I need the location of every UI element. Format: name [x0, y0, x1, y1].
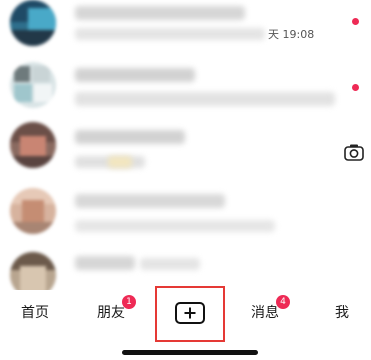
tab-friends[interactable]: 朋友 [97, 302, 125, 322]
avatar[interactable] [10, 122, 56, 168]
feed-item[interactable] [0, 180, 371, 240]
blurred-content [75, 194, 225, 208]
feed-item[interactable]: 天 19:08 [0, 0, 371, 60]
avatar[interactable] [10, 252, 56, 290]
blurred-content [75, 28, 265, 40]
blurred-content [108, 156, 132, 168]
blurred-content [75, 256, 135, 270]
feed-item[interactable] [0, 240, 371, 290]
feed-item[interactable] [0, 120, 371, 180]
tab-home[interactable]: 首页 [21, 302, 49, 322]
avatar[interactable] [10, 188, 56, 234]
blurred-content [75, 130, 185, 144]
timestamp: 天 19:08 [268, 28, 315, 41]
blurred-content [75, 6, 245, 20]
blurred-content [75, 68, 195, 82]
unread-dot [352, 84, 359, 91]
blurred-content [75, 92, 335, 106]
tab-messages[interactable]: 消息 [251, 302, 279, 322]
friends-badge: 1 [122, 295, 136, 309]
feed-list: 天 19:08 [0, 0, 371, 290]
blurred-content [140, 258, 200, 270]
unread-dot [352, 18, 359, 25]
avatar[interactable] [10, 0, 56, 46]
home-indicator [122, 350, 258, 355]
avatar[interactable] [10, 62, 56, 108]
feed-item[interactable] [0, 60, 371, 120]
blurred-content [75, 220, 275, 232]
messages-badge: 4 [276, 295, 290, 309]
camera-icon[interactable] [343, 142, 365, 164]
tab-me[interactable]: 我 [335, 302, 349, 322]
create-button[interactable] [175, 302, 205, 324]
